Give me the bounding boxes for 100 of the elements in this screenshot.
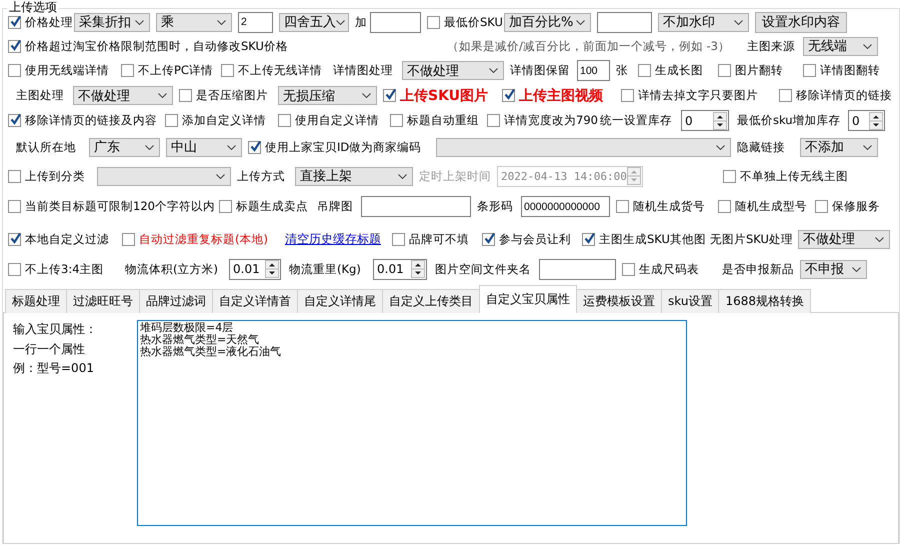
checkbox[interactable] [487,114,500,127]
input-field[interactable]: 2 [238,12,273,32]
checkbox-label[interactable]: 不上传3:4主图 [25,262,104,276]
checkbox-label[interactable]: 价格处理 [25,14,73,30]
spin-arrows-icon[interactable] [713,112,727,130]
dropdown[interactable]: 直接上架 [295,166,413,186]
checkbox-label[interactable]: 自动过滤重复标题(本地) [139,232,268,246]
checkbox[interactable] [383,89,396,102]
tab[interactable]: 1688规格转换 [718,289,811,313]
checkbox[interactable] [179,89,192,102]
spin-arrows-icon[interactable] [411,260,425,278]
checkbox-label[interactable]: 详情去掉文字只要图片 [638,88,758,103]
checkbox-label[interactable]: 标题自动重组 [407,113,479,128]
watermark-button[interactable]: 设置水印内容 [755,12,847,32]
input-field[interactable] [361,196,471,217]
checkbox[interactable] [8,200,21,213]
tab[interactable]: 自定义详情首 [212,289,298,313]
checkbox-label[interactable]: 生成尺码表 [639,262,699,276]
dropdown[interactable]: 广东 [89,138,160,156]
checkbox[interactable] [723,170,736,182]
checkbox-label[interactable]: 本地自定义过滤 [25,232,109,246]
checkbox-label[interactable]: 价格超过淘宝价格限制范围时，自动修改SKU价格 [25,38,288,54]
checkbox[interactable] [718,200,731,213]
checkbox-label[interactable]: 随机生成型号 [735,199,807,214]
checkbox-label[interactable]: 主图生成SKU其他图 [599,232,706,246]
checkbox[interactable] [8,114,21,127]
checkbox[interactable] [482,232,495,246]
checkbox[interactable] [392,232,405,246]
dropdown[interactable]: 四舍五入 [279,12,349,32]
input-field[interactable]: 100 [577,60,610,81]
checkbox-label[interactable]: 品牌可不填 [409,232,469,246]
checkbox-label[interactable]: 使用上家宝贝ID做为商家编码 [265,140,422,154]
dropdown[interactable] [97,166,231,186]
tab[interactable]: 自定义上传类目 [382,289,480,313]
checkbox-label[interactable]: 详情宽度改为790 [504,113,598,128]
checkbox[interactable] [390,114,403,127]
spin-field[interactable]: 0.01 [373,258,427,280]
clear-history-link[interactable]: 清空历史缓存标题 [285,230,381,248]
checkbox-label[interactable]: 移除详情页的链接及内容 [25,113,157,128]
checkbox[interactable] [122,232,135,246]
checkbox[interactable] [248,140,261,154]
checkbox-label[interactable]: 标题生成卖点 [236,199,308,214]
checkbox[interactable] [8,232,21,246]
checkbox[interactable] [8,262,21,276]
spin-field[interactable]: 0.01 [229,258,281,280]
checkbox[interactable] [815,200,828,213]
dropdown[interactable]: 不做处理 [402,61,504,80]
checkbox-label[interactable]: 上传主图视频 [519,86,603,104]
checkbox-label[interactable]: 保修服务 [832,199,880,214]
input-field[interactable] [370,12,421,32]
checkbox-label[interactable]: 生成长图 [655,63,703,78]
spin-arrows-icon[interactable] [265,260,279,278]
dropdown[interactable]: 加百分比% [504,12,591,32]
checkbox[interactable] [221,64,234,77]
checkbox-label[interactable]: 参与会员让利 [499,232,571,246]
checkbox[interactable] [502,89,515,102]
checkbox-label[interactable]: 移除详情页的链接 [796,88,892,103]
checkbox-label[interactable]: 添加自定义详情 [182,113,266,128]
dropdown[interactable]: 乘 [156,12,232,32]
checkbox[interactable] [622,262,635,276]
checkbox-label[interactable]: 最低价SKU [444,14,503,30]
checkbox[interactable] [8,16,21,28]
checkbox-label[interactable]: 详情图翻转 [820,63,880,78]
checkbox[interactable] [638,64,651,77]
input-field[interactable]: 0000000000000 [521,196,610,217]
spin-arrows-icon[interactable] [869,112,883,130]
checkbox-label[interactable]: 使用自定义详情 [295,113,379,128]
tab[interactable]: 运费模板设置 [576,289,662,313]
tab[interactable]: 自定义宝贝属性 [479,285,577,313]
dropdown[interactable]: 采集折扣 [74,12,150,32]
tab[interactable]: 自定义详情尾 [297,289,383,313]
checkbox-label[interactable]: 上传SKU图片 [400,86,488,104]
checkbox-label[interactable]: 不上传无线详情 [238,63,322,78]
checkbox[interactable] [121,64,134,77]
checkbox-label[interactable]: 当前类目标题可限制120个字符以内 [25,199,215,214]
dropdown[interactable] [436,138,731,156]
checkbox[interactable] [616,200,629,213]
dropdown[interactable]: 不做处理 [73,86,173,105]
checkbox-label[interactable]: 是否压缩图片 [196,88,268,103]
checkbox[interactable] [427,16,440,28]
dropdown[interactable]: 不申报 [800,260,867,278]
checkbox[interactable] [8,64,21,77]
checkbox-label[interactable]: 随机生成货号 [633,199,705,214]
dropdown[interactable]: 无线端 [803,36,878,56]
dropdown[interactable]: 不加水印 [658,12,749,32]
tab[interactable]: sku设置 [661,289,720,313]
spin-field[interactable]: 0 [681,110,729,131]
dropdown[interactable]: 不做处理 [798,230,890,248]
checkbox[interactable] [621,89,634,102]
dropdown[interactable]: 无损压缩 [278,86,377,105]
checkbox[interactable] [8,40,21,52]
spin-field[interactable]: 0 [848,110,885,131]
input-field[interactable] [597,12,652,32]
dropdown[interactable]: 不添加 [800,138,878,156]
checkbox-label[interactable]: 不上传PC详情 [138,63,213,78]
checkbox[interactable] [718,64,731,77]
tab[interactable]: 过滤旺旺号 [66,289,140,313]
checkbox-label[interactable]: 使用无线端详情 [25,63,109,78]
tab[interactable]: 品牌过滤词 [139,289,213,313]
checkbox[interactable] [278,114,291,127]
